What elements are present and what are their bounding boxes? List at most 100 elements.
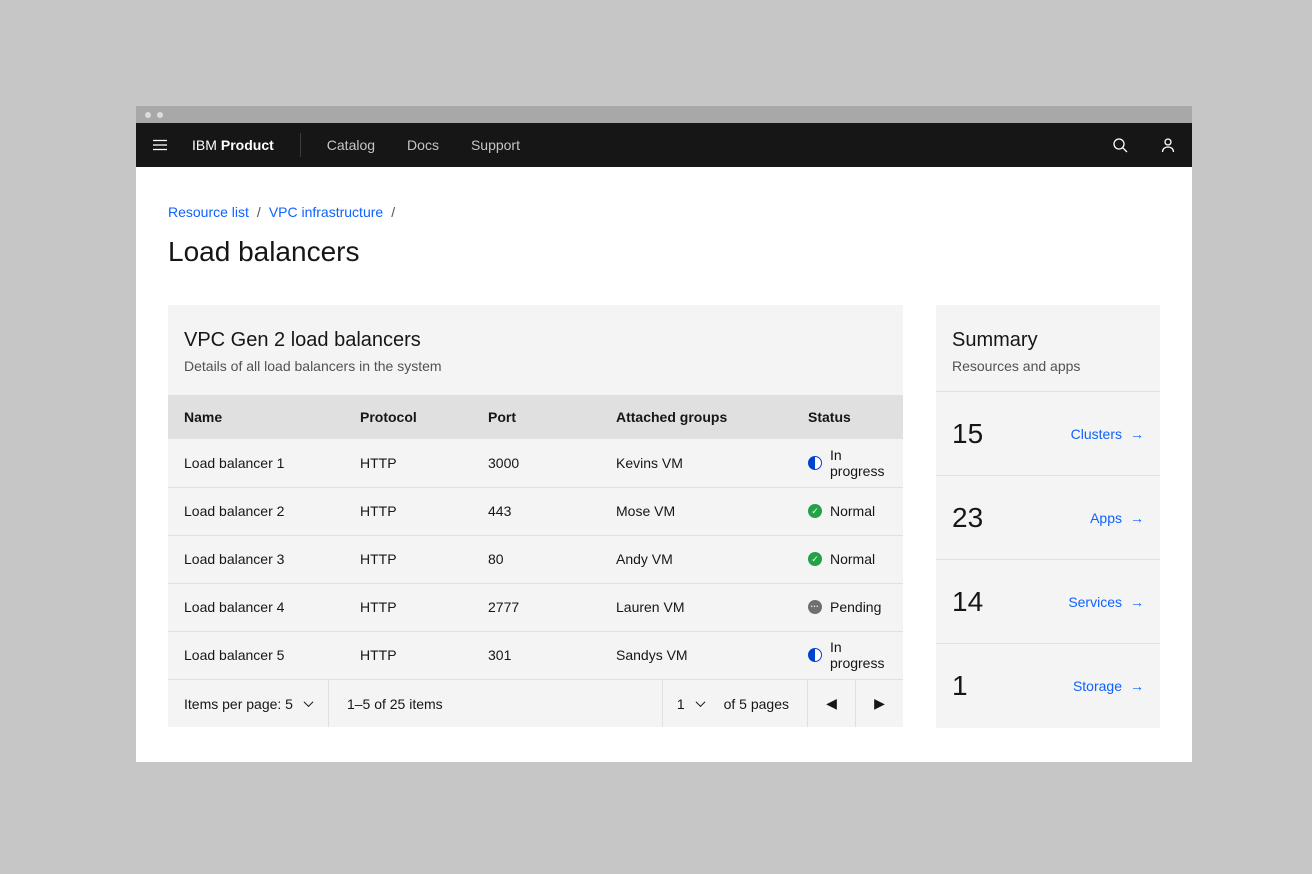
summary-item-clusters: 15 Clusters → [936,392,1160,476]
load-balancers-table: Name Protocol Port Attached groups Statu… [168,395,903,679]
page-content: Resource list / VPC infrastructure / Loa… [136,167,1192,762]
status-label: Normal [830,503,875,519]
storage-link[interactable]: Storage → [1073,678,1144,694]
summary-card-title: Summary [952,327,1144,353]
cell-protocol: HTTP [344,487,472,535]
chevron-down-icon [304,697,314,707]
items-per-page-label: Items per page: 5 [184,696,293,712]
arrow-right-icon: → [1130,595,1144,609]
search-icon [1111,136,1129,154]
summary-card: Summary Resources and apps 15 Clusters →… [936,305,1160,728]
status-label: Normal [830,551,875,567]
cell-port: 301 [472,631,600,679]
status-label: In progress [830,639,887,671]
storage-link-label: Storage [1073,678,1122,694]
nav-item-support[interactable]: Support [455,123,536,167]
user-icon [1159,136,1177,154]
cell-name: Load balancer 3 [168,535,344,583]
cell-status: Normal [792,535,903,583]
summary-item-storage: 1 Storage → [936,644,1160,728]
services-count: 14 [952,586,983,618]
status-normal-icon [808,552,822,566]
items-per-page-select[interactable]: Items per page: 5 [168,680,329,727]
nav-item-docs[interactable]: Docs [391,123,455,167]
load-balancers-card: VPC Gen 2 load balancers Details of all … [168,305,903,727]
header-actions [1096,123,1192,167]
window-control-dot [157,112,163,118]
table-row: Load balancer 5 HTTP 301 Sandys VM In pr… [168,631,903,679]
page-number-select[interactable]: 1 [662,680,718,727]
column-header-protocol: Protocol [344,395,472,439]
cell-status: In progress [792,439,903,487]
cell-protocol: HTTP [344,583,472,631]
cell-name: Load balancer 2 [168,487,344,535]
table-row: Load balancer 1 HTTP 3000 Kevins VM In p… [168,439,903,487]
cell-attached-group: Sandys VM [600,631,792,679]
column-header-port: Port [472,395,600,439]
search-button[interactable] [1096,123,1144,167]
status-normal-icon [808,504,822,518]
brand-product: Product [221,137,274,153]
cell-protocol: HTTP [344,535,472,583]
cards-row: VPC Gen 2 load balancers Details of all … [168,305,1160,728]
breadcrumb: Resource list / VPC infrastructure / [168,203,1160,221]
cell-attached-group: Mose VM [600,487,792,535]
nav-item-catalog[interactable]: Catalog [311,123,391,167]
column-header-attached-groups: Attached groups [600,395,792,439]
hamburger-menu-button[interactable] [136,123,184,167]
status-in-progress-icon [808,648,822,662]
page-number-value: 1 [677,696,685,712]
cell-port: 80 [472,535,600,583]
table-row: Load balancer 3 HTTP 80 Andy VM Normal [168,535,903,583]
clusters-link-label: Clusters [1071,426,1122,442]
apps-link-label: Apps [1090,510,1122,526]
chevron-down-icon [695,697,705,707]
summary-card-subtitle: Resources and apps [952,357,1144,375]
breadcrumb-vpc-infrastructure[interactable]: VPC infrastructure [269,203,383,221]
app-header: IBM Product Catalog Docs Support [136,123,1192,167]
cell-name: Load balancer 5 [168,631,344,679]
cell-attached-group: Andy VM [600,535,792,583]
breadcrumb-separator: / [391,203,395,221]
pagination-range-text: 1–5 of 25 items [329,680,662,727]
next-page-button[interactable]: ▶ [855,680,903,727]
summary-item-apps: 23 Apps → [936,476,1160,560]
window-control-dot [145,112,151,118]
summary-card-header: Summary Resources and apps [936,305,1160,392]
previous-page-button[interactable]: ◀ [807,680,855,727]
status-pending-icon [808,600,822,614]
pagination-pages-text: of 5 pages [718,680,807,727]
header-nav: Catalog Docs Support [311,123,536,167]
summary-item-services: 14 Services → [936,560,1160,644]
hamburger-icon [151,136,169,154]
app-window: IBM Product Catalog Docs Support [136,106,1192,762]
apps-link[interactable]: Apps → [1090,510,1144,526]
apps-count: 23 [952,502,983,534]
cell-status: Normal [792,487,903,535]
cell-status: In progress [792,631,903,679]
arrow-right-icon: → [1130,679,1144,693]
cell-port: 443 [472,487,600,535]
header-brand-link[interactable]: IBM Product [192,123,274,167]
table-row: Load balancer 2 HTTP 443 Mose VM Normal [168,487,903,535]
pagination-bar: Items per page: 5 1–5 of 25 items 1 of 5… [168,679,903,727]
cell-protocol: HTTP [344,631,472,679]
cell-name: Load balancer 4 [168,583,344,631]
arrow-right-icon: → [1130,427,1144,441]
clusters-link[interactable]: Clusters → [1071,426,1144,442]
table-card-title: VPC Gen 2 load balancers [184,327,887,353]
services-link[interactable]: Services → [1068,594,1144,610]
clusters-count: 15 [952,418,983,450]
breadcrumb-separator: / [257,203,261,221]
status-in-progress-icon [808,456,822,470]
caret-right-icon: ▶ [874,695,885,712]
table-card-header: VPC Gen 2 load balancers Details of all … [168,305,903,395]
status-label: In progress [830,447,887,479]
user-avatar-button[interactable] [1144,123,1192,167]
arrow-right-icon: → [1130,511,1144,525]
breadcrumb-resource-list[interactable]: Resource list [168,203,249,221]
caret-left-icon: ◀ [826,695,837,712]
table-card-subtitle: Details of all load balancers in the sys… [184,357,887,375]
services-link-label: Services [1068,594,1122,610]
window-chrome [136,106,1192,123]
